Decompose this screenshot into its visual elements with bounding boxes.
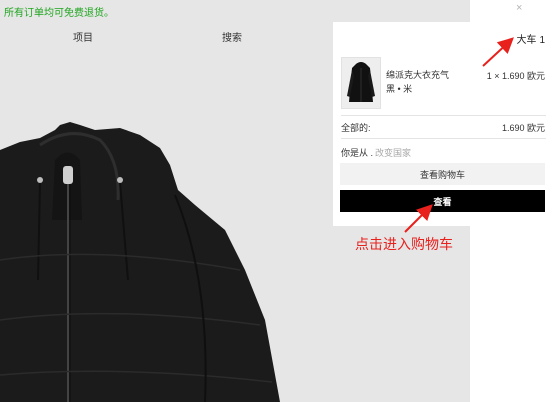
close-icon[interactable]: × [516,2,522,14]
annotation-text: 点击进入购物车 [355,236,453,252]
jacket-thumbnail-icon [347,62,375,102]
cart-total-label: 全部的: [341,123,371,133]
view-cart-button[interactable]: 查看购物车 [340,163,545,185]
change-country-link[interactable]: 改变国家 [375,148,411,158]
ship-from-text: 你是从 . 改变国家 [341,146,411,159]
cart-item-name[interactable]: 绵派克大衣充气 [386,68,449,81]
nav-search-link[interactable]: 搜索 [222,29,242,44]
cart-label: 大车 [516,35,537,46]
ship-from-label: 你是从 . [341,148,374,158]
divider [341,115,546,116]
mini-cart-panel: 大车 1 绵派克大衣充气 黑 • 米 1 × 1.690 欧元 全部的: 1.69… [333,22,554,226]
cart-count: 1 [539,35,545,46]
cart-count-header[interactable]: 大车 1 [516,31,545,46]
cart-total-value: 1.690 欧元 [501,123,545,133]
cart-item-price: 1 × 1.690 欧元 [486,71,545,81]
product-image-jacket [0,122,280,402]
free-returns-banner: 所有订单均可免费退货。 [4,8,114,19]
nav-items-link[interactable]: 项目 [73,29,93,44]
cart-item-thumbnail[interactable] [341,57,381,109]
cart-item-variant: 黑 • 米 [386,84,413,94]
checkout-button[interactable]: 查看 [340,190,545,212]
divider [341,138,546,139]
